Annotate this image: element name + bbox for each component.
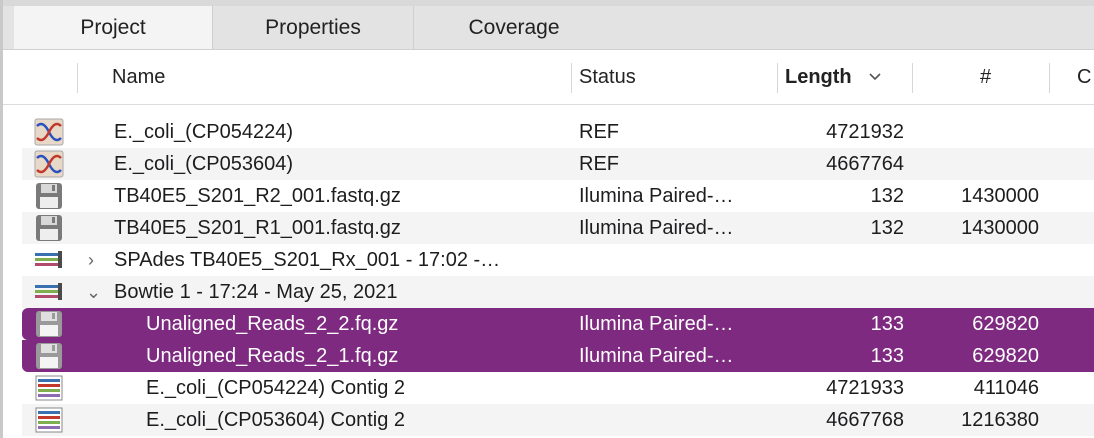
column-header-name[interactable]: Name	[112, 50, 165, 104]
column-label: Length	[785, 65, 852, 88]
table-header: Name Status Length # C	[0, 50, 1094, 105]
row-length: 4667768	[826, 409, 904, 431]
row-status: Ilumina Paired-…	[579, 185, 734, 207]
window-left-edge	[0, 0, 3, 438]
row-count: 629820	[972, 313, 1039, 335]
row-name: E._coli_(CP054224) Contig 2	[146, 377, 406, 399]
table-row[interactable]: ⌄ Bowtie 1 - 17:24 - May 25, 2021	[22, 276, 1094, 308]
row-name: E._coli_(CP053604) Contig 2	[146, 409, 406, 431]
dna-sequence-icon	[34, 118, 64, 146]
column-label: Name	[112, 65, 166, 88]
row-count	[912, 276, 1039, 308]
table-row[interactable]: TB40E5_S201_R2_001.fastq.gz Ilumina Pair…	[22, 180, 1094, 212]
column-divider[interactable]	[777, 63, 778, 93]
row-name: Unaligned_Reads_2_2.fq.gz	[146, 313, 399, 335]
table-row[interactable]: E._coli_(CP054224) REF 4721932	[22, 116, 1094, 148]
tab-label: Properties	[265, 15, 361, 39]
table-row[interactable]: E._coli_(CP053604) REF 4667764	[22, 148, 1094, 180]
column-divider[interactable]	[912, 63, 913, 93]
contig-icon	[35, 407, 63, 433]
row-length: 133	[870, 313, 904, 335]
row-count: 1430000	[961, 185, 1039, 207]
row-status: REF	[579, 153, 619, 175]
row-length: 132	[870, 217, 904, 239]
row-status: Ilumina Paired-…	[579, 217, 734, 239]
row-name: E._coli_(CP053604)	[114, 153, 293, 175]
row-name: TB40E5_S201_R1_001.fastq.gz	[114, 217, 401, 239]
tab-bar: Project Properties Coverage	[0, 6, 1094, 50]
row-count: 1430000	[961, 217, 1039, 239]
tab-project[interactable]: Project	[14, 6, 213, 49]
row-length: 4721932	[826, 121, 904, 143]
tab-coverage[interactable]: Coverage	[414, 6, 614, 49]
row-status: REF	[579, 121, 619, 143]
table-row[interactable]: › SPAdes TB40E5_S201_Rx_001 - 17:02 -…	[22, 244, 1094, 276]
assembly-icon	[35, 283, 62, 300]
row-length	[782, 276, 904, 308]
row-name: SPAdes TB40E5_S201_Rx_001 - 17:02 -…	[114, 249, 501, 271]
row-length: 4667764	[826, 153, 904, 175]
row-length: 133	[870, 345, 904, 367]
row-count: 411046	[973, 377, 1039, 399]
floppy-disk-icon	[36, 343, 62, 369]
column-header-next[interactable]: C	[1077, 50, 1091, 104]
row-count	[912, 116, 1039, 148]
floppy-disk-icon	[36, 183, 62, 209]
row-status: Ilumina Paired-…	[579, 345, 734, 367]
row-count	[912, 148, 1039, 180]
row-length: 132	[870, 185, 904, 207]
row-name: Bowtie 1 - 17:24 - May 25, 2021	[114, 281, 398, 303]
tab-properties[interactable]: Properties	[213, 6, 414, 49]
column-label: C	[1077, 65, 1092, 88]
column-label: Status	[579, 65, 636, 88]
table-row-selected[interactable]: Unaligned_Reads_2_2.fq.gz Ilumina Paired…	[22, 308, 1094, 340]
expand-chevron-icon[interactable]: ›	[88, 244, 94, 276]
row-count	[912, 244, 1039, 276]
table-row-selected[interactable]: Unaligned_Reads_2_1.fq.gz Ilumina Paired…	[22, 340, 1094, 372]
table-row[interactable]: TB40E5_S201_R1_001.fastq.gz Ilumina Pair…	[22, 212, 1094, 244]
column-divider[interactable]	[77, 63, 78, 93]
row-length	[782, 244, 904, 276]
tab-label: Project	[80, 15, 146, 39]
row-name: E._coli_(CP054224)	[114, 121, 293, 143]
contig-icon	[35, 375, 63, 401]
column-header-length[interactable]: Length	[785, 50, 900, 104]
floppy-disk-icon	[36, 215, 62, 241]
row-count: 629820	[972, 345, 1039, 367]
column-divider[interactable]	[1049, 63, 1050, 93]
row-name: TB40E5_S201_R2_001.fastq.gz	[114, 185, 401, 207]
column-header-count[interactable]: #	[980, 50, 991, 104]
column-header-status[interactable]: Status	[579, 50, 636, 104]
row-count: 1216380	[961, 409, 1039, 431]
dna-sequence-icon	[34, 150, 64, 178]
tab-label: Coverage	[468, 15, 560, 39]
floppy-disk-icon	[36, 311, 62, 337]
row-status: Ilumina Paired-…	[579, 313, 734, 335]
sort-descending-icon	[869, 73, 881, 81]
assembly-icon	[35, 251, 62, 268]
table-row[interactable]: E._coli_(CP053604) Contig 2 4667768 1216…	[22, 404, 1094, 436]
collapse-chevron-icon[interactable]: ⌄	[86, 276, 101, 308]
table-row[interactable]: E._coli_(CP054224) Contig 2 4721933 4110…	[22, 372, 1094, 404]
column-label: #	[980, 65, 992, 88]
column-divider[interactable]	[571, 63, 572, 93]
row-name: Unaligned_Reads_2_1.fq.gz	[146, 345, 399, 367]
row-length: 4721933	[826, 377, 904, 399]
